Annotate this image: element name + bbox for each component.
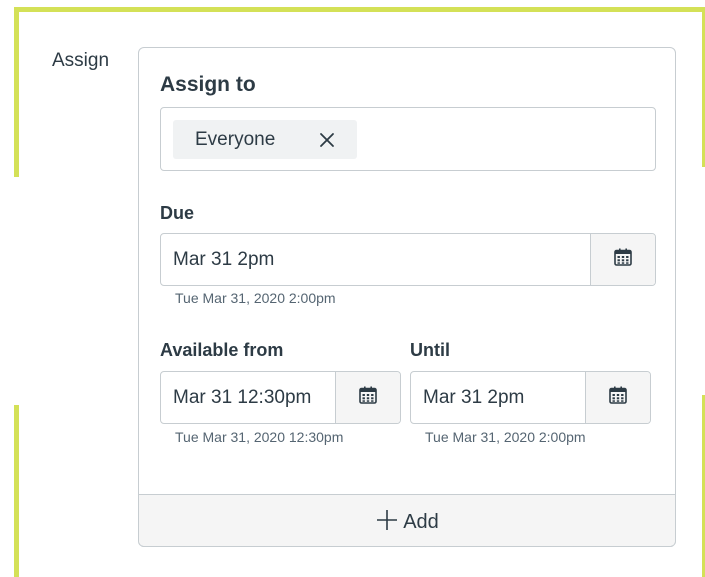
accent-border-top [14, 7, 705, 12]
plus-icon [375, 508, 399, 537]
assign-card: Assign to Everyone Due Mar 31 2pm Tue Ma… [138, 47, 676, 547]
available-from-value[interactable]: Mar 31 12:30pm [161, 372, 335, 423]
calendar-icon [613, 247, 633, 272]
accent-border-left-top [14, 7, 19, 177]
calendar-icon [608, 385, 628, 410]
available-from-heading: Available from [160, 340, 284, 360]
assign-to-input[interactable]: Everyone [160, 107, 656, 171]
due-date-value[interactable]: Mar 31 2pm [161, 234, 590, 285]
accent-border-left-bottom [14, 405, 19, 577]
assign-row-label: Assign [52, 50, 110, 71]
available-from-field[interactable]: Mar 31 12:30pm [160, 371, 401, 424]
available-from-hint: Tue Mar 31, 2020 12:30pm [175, 429, 344, 445]
due-date-hint: Tue Mar 31, 2020 2:00pm [175, 290, 336, 306]
due-date-field[interactable]: Mar 31 2pm [160, 233, 656, 286]
until-heading: Until [410, 340, 450, 360]
add-button-content: Add [375, 508, 439, 537]
due-calendar-button[interactable] [590, 234, 655, 285]
due-heading: Due [160, 203, 195, 223]
until-hint: Tue Mar 31, 2020 2:00pm [425, 429, 586, 445]
assignee-tag-label: Everyone [195, 128, 276, 150]
assign-to-heading: Assign to [160, 73, 256, 96]
until-value[interactable]: Mar 31 2pm [411, 372, 585, 423]
until-calendar-button[interactable] [585, 372, 650, 423]
add-button-label: Add [403, 510, 439, 533]
available-from-calendar-button[interactable] [335, 372, 400, 423]
close-icon[interactable] [316, 129, 338, 151]
until-field[interactable]: Mar 31 2pm [410, 371, 651, 424]
add-button[interactable]: Add [139, 494, 675, 546]
calendar-icon [358, 385, 378, 410]
assignee-tag-everyone: Everyone [173, 120, 357, 159]
